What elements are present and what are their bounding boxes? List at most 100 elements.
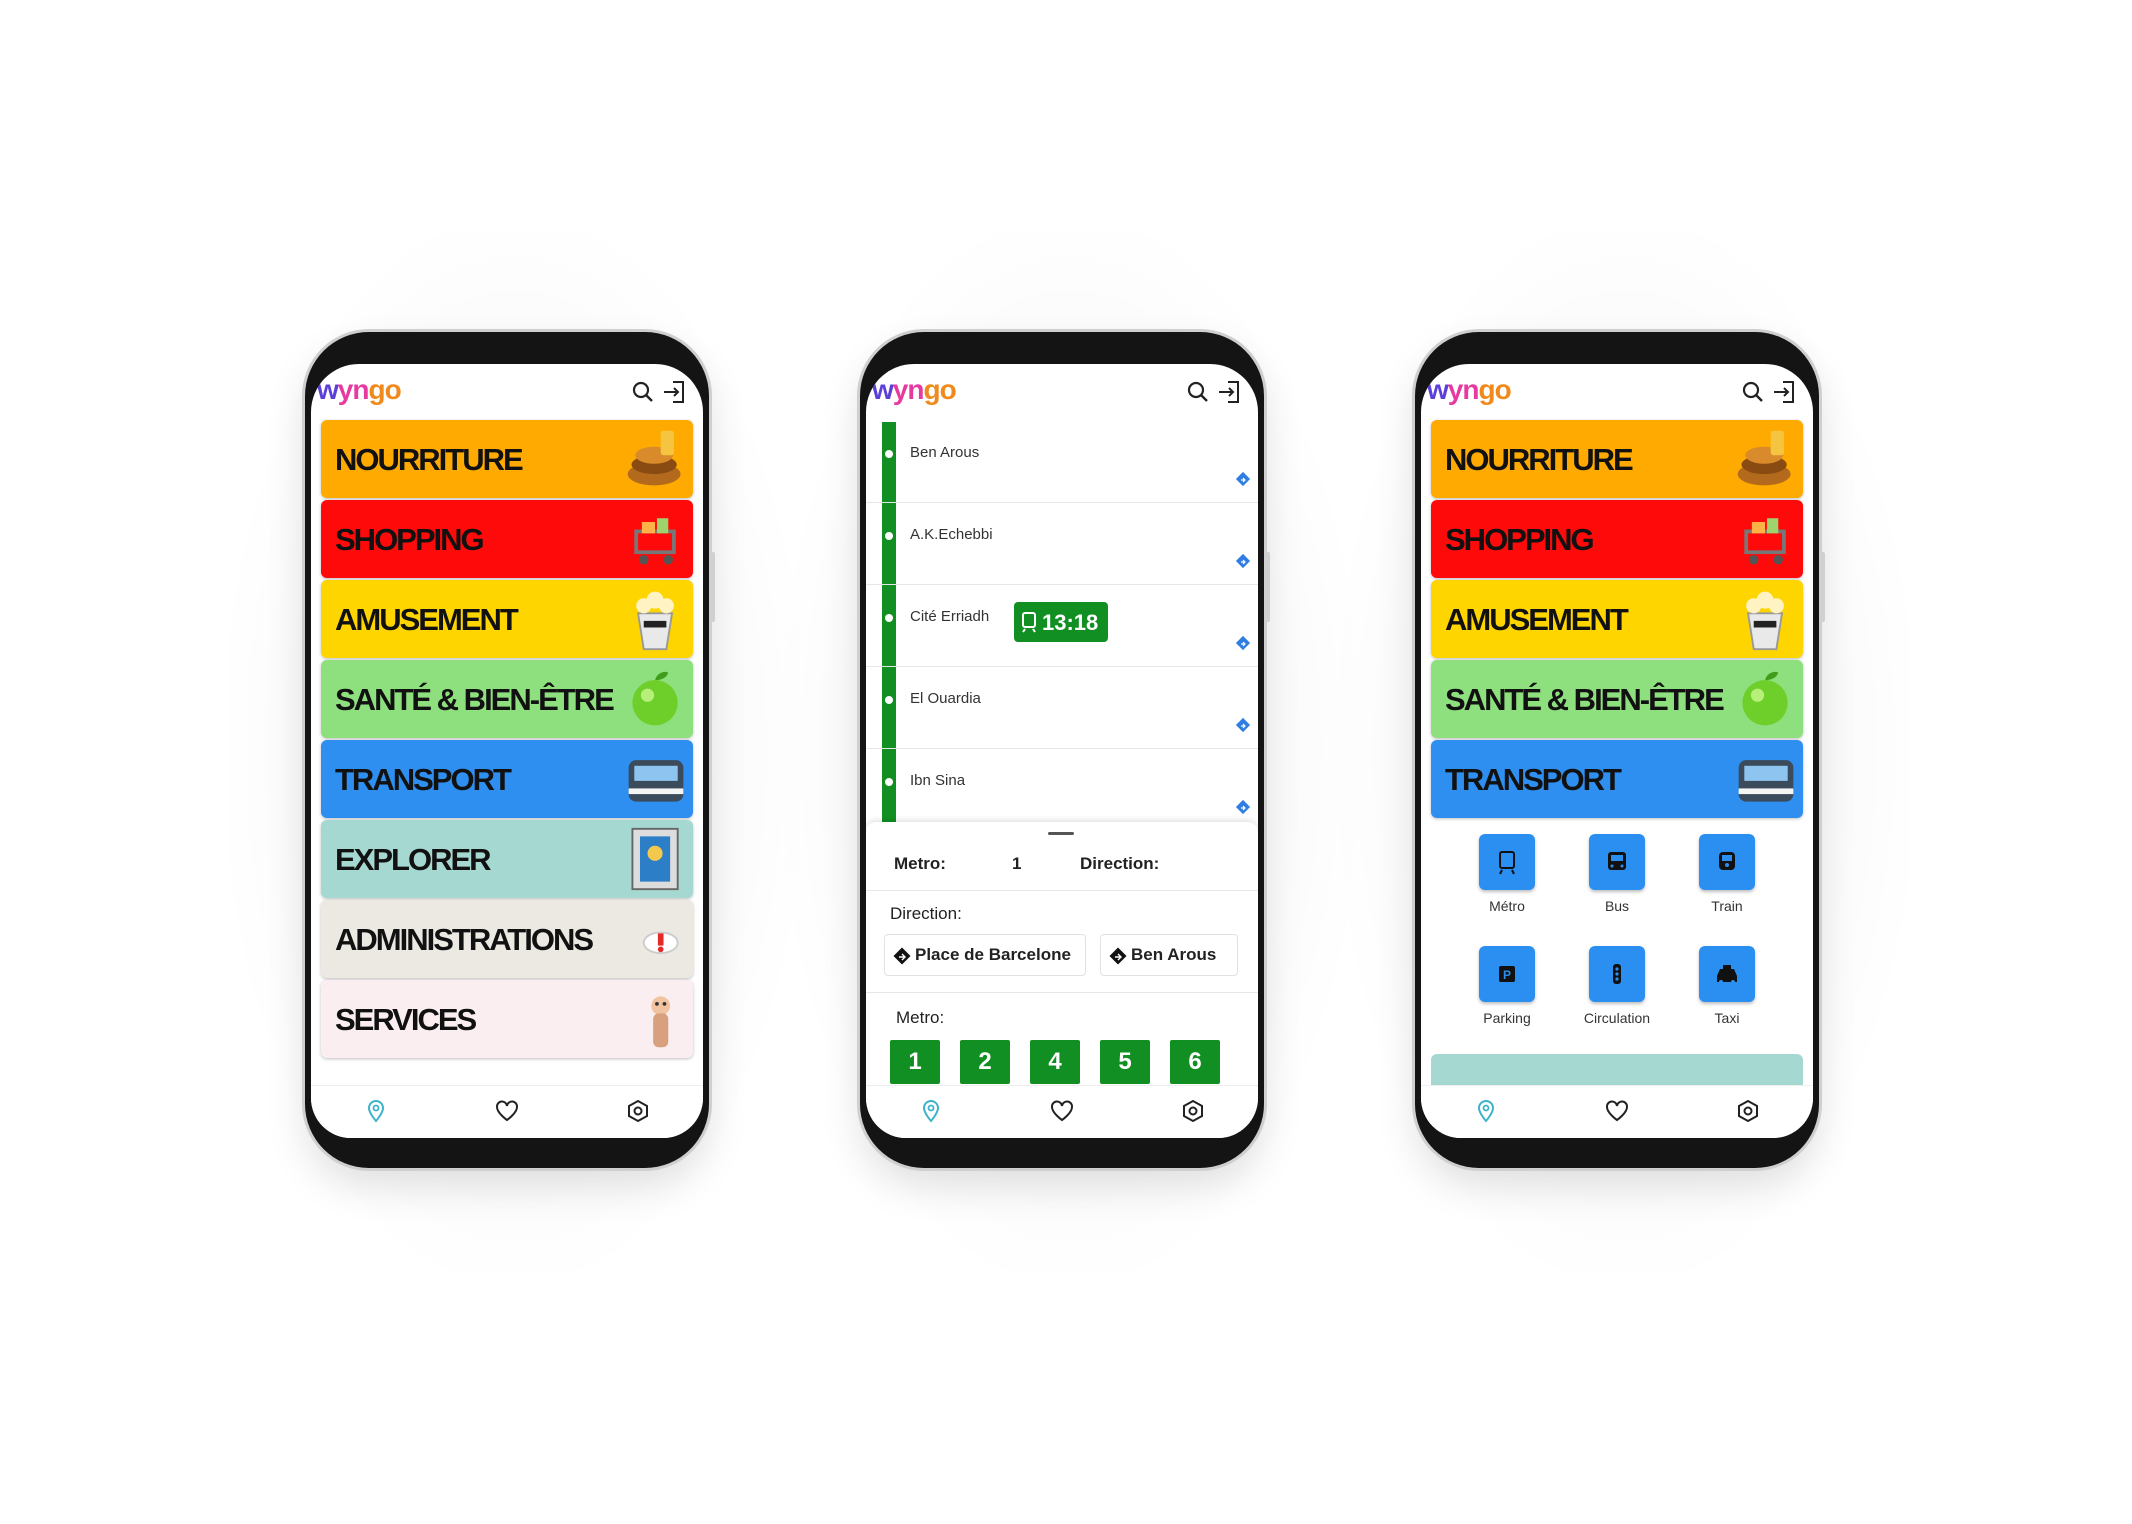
heart-icon[interactable] bbox=[1604, 1098, 1630, 1124]
museum-icon bbox=[631, 827, 679, 891]
direction-arrow-icon[interactable] bbox=[1234, 634, 1252, 652]
stop-dot bbox=[885, 614, 893, 622]
search-icon[interactable] bbox=[629, 378, 657, 406]
search-icon[interactable] bbox=[1739, 378, 1767, 406]
heart-icon[interactable] bbox=[1049, 1098, 1075, 1124]
direction-arrow-icon[interactable] bbox=[1234, 470, 1252, 488]
hand-icon bbox=[651, 996, 671, 1048]
category-card-administrations[interactable]: ADMINISTRATIONS bbox=[321, 900, 693, 978]
transport-mode-label: Taxi bbox=[1714, 1010, 1740, 1026]
popcorn-icon bbox=[1746, 591, 1784, 651]
stop-row[interactable]: El Ouardia bbox=[866, 666, 1258, 749]
transport-tile-bus[interactable] bbox=[1589, 834, 1645, 890]
category-card-transport[interactable]: TRANSPORT bbox=[1431, 740, 1803, 818]
category-card-nourriture[interactable]: NOURRITURE bbox=[321, 420, 693, 498]
category-card-transport[interactable]: TRANSPORT bbox=[321, 740, 693, 818]
direction-sign-icon bbox=[1109, 947, 1127, 965]
direction-arrow-icon[interactable] bbox=[1234, 798, 1252, 816]
top-bar: wyngo bbox=[866, 364, 1258, 420]
stop-row[interactable]: A.K.Echebbi bbox=[866, 502, 1258, 585]
train-icon bbox=[1719, 852, 1735, 870]
location-pin-icon[interactable] bbox=[363, 1098, 389, 1124]
direction-label: Direction: bbox=[1080, 854, 1160, 873]
screen-metro: wyngo Ben Arous A.K.Echebbi Cité Erriadh 13… bbox=[866, 364, 1258, 1138]
wyngo-logo[interactable]: wyngo bbox=[872, 374, 957, 406]
stop-row[interactable]: Ben Arous bbox=[866, 420, 1258, 503]
direction-arrow-icon[interactable] bbox=[1234, 552, 1252, 570]
settings-icon[interactable] bbox=[1735, 1098, 1761, 1124]
category-card-nourriture[interactable]: NOURRITURE bbox=[1431, 420, 1803, 498]
metro-line-button[interactable]: 1 bbox=[890, 1040, 940, 1084]
top-bar: wyngo bbox=[311, 364, 703, 420]
sheet-handle[interactable] bbox=[1048, 832, 1074, 835]
metro-bottom-sheet: Metro: 1 Direction: Direction: Place de … bbox=[866, 822, 1258, 1086]
category-card-services[interactable]: SERVICES bbox=[321, 980, 693, 1058]
direction-arrow-icon[interactable] bbox=[1234, 716, 1252, 734]
category-card-amusement[interactable]: AMUSEMENT bbox=[321, 580, 693, 658]
transport-tile-traffic[interactable] bbox=[1589, 946, 1645, 1002]
metro-line-button[interactable]: 6 bbox=[1170, 1040, 1220, 1084]
login-icon[interactable] bbox=[1216, 378, 1244, 406]
stop-dot bbox=[885, 696, 893, 704]
search-icon[interactable] bbox=[1184, 378, 1212, 406]
category-card-explorer[interactable]: EXPLORER bbox=[321, 820, 693, 898]
login-icon[interactable] bbox=[1771, 378, 1799, 406]
direction-title: Direction: bbox=[890, 904, 962, 923]
transport-tile-parking[interactable]: P bbox=[1479, 946, 1535, 1002]
category-card-shopping[interactable]: SHOPPING bbox=[1431, 500, 1803, 578]
stop-name: El Ouardia bbox=[910, 690, 981, 707]
stop-dot bbox=[885, 778, 893, 786]
category-card-sant-bien-tre[interactable]: SANTÉ & BIEN-ÊTRE bbox=[321, 660, 693, 738]
stop-dot bbox=[885, 450, 893, 458]
direction-label-1: Place de Barcelone bbox=[915, 945, 1071, 964]
category-card-sant-bien-tre[interactable]: SANTÉ & BIEN-ÊTRE bbox=[1431, 660, 1803, 738]
direction-sign-icon bbox=[893, 947, 911, 965]
metro-list-label: Metro: bbox=[896, 1008, 945, 1027]
bottom-nav bbox=[311, 1085, 703, 1138]
screen-transport: wyngo NOURRITURE SHOPPING AMUSEMENT SANTÉ &… bbox=[1421, 364, 1813, 1138]
alert-icon bbox=[642, 931, 679, 955]
category-label: SANTÉ & BIEN-ÊTRE bbox=[1445, 682, 1725, 717]
transport-mode-label: Train bbox=[1711, 898, 1743, 914]
metro-line-button[interactable]: 2 bbox=[960, 1040, 1010, 1084]
transport-tile-metro[interactable] bbox=[1479, 834, 1535, 890]
direction-button-place-de-barcelone[interactable]: Place de Barcelone bbox=[884, 934, 1086, 976]
settings-icon[interactable] bbox=[1180, 1098, 1206, 1124]
metro-line-button[interactable]: 5 bbox=[1100, 1040, 1150, 1084]
direction-button-ben-arous[interactable]: Ben Arous bbox=[1100, 934, 1238, 976]
transport-tile-train[interactable] bbox=[1699, 834, 1755, 890]
category-card-shopping[interactable]: SHOPPING bbox=[321, 500, 693, 578]
apple-icon bbox=[1742, 671, 1788, 726]
divider bbox=[866, 992, 1258, 993]
category-card-amusement[interactable]: AMUSEMENT bbox=[1431, 580, 1803, 658]
direction-label-2: Ben Arous bbox=[1131, 945, 1217, 964]
category-label: NOURRITURE bbox=[1445, 442, 1634, 477]
wyngo-logo[interactable]: wyngo bbox=[317, 374, 402, 406]
login-icon[interactable] bbox=[661, 378, 689, 406]
heart-icon[interactable] bbox=[494, 1098, 520, 1124]
svg-text:P: P bbox=[1503, 968, 1511, 982]
transport-mode-label: Parking bbox=[1483, 1010, 1531, 1026]
bottom-nav bbox=[866, 1085, 1258, 1138]
parking-icon: P bbox=[1499, 966, 1515, 982]
phone-transport: wyngo NOURRITURE SHOPPING AMUSEMENT SANTÉ &… bbox=[1415, 332, 1825, 1168]
bottom-nav bbox=[1421, 1085, 1813, 1138]
category-label: ADMINISTRATIONS bbox=[335, 922, 594, 957]
settings-icon[interactable] bbox=[625, 1098, 651, 1124]
wyngo-logo[interactable]: wyngo bbox=[1427, 374, 1512, 406]
metro-line-button[interactable]: 4 bbox=[1030, 1040, 1080, 1084]
stop-name: Cité Erriadh bbox=[910, 608, 990, 625]
food-icon bbox=[1737, 430, 1791, 486]
stop-name: A.K.Echebbi bbox=[910, 526, 993, 543]
location-pin-icon[interactable] bbox=[1473, 1098, 1499, 1124]
traffic-icon bbox=[1613, 964, 1621, 984]
stop-row[interactable]: Ibn Sina bbox=[866, 748, 1258, 831]
stop-row[interactable]: Cité Erriadh 13:18 bbox=[866, 584, 1258, 667]
location-pin-icon[interactable] bbox=[918, 1098, 944, 1124]
next-departure-badge: 13:18 bbox=[1014, 602, 1108, 642]
category-label: SANTÉ & BIEN-ÊTRE bbox=[335, 682, 615, 717]
stop-name: Ben Arous bbox=[910, 444, 980, 461]
transport-mode-label: Circulation bbox=[1583, 1010, 1651, 1026]
taxi-icon bbox=[1717, 965, 1737, 984]
transport-tile-taxi[interactable] bbox=[1699, 946, 1755, 1002]
